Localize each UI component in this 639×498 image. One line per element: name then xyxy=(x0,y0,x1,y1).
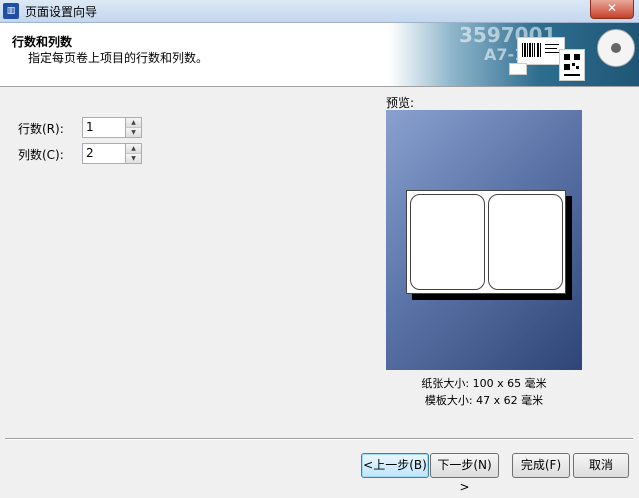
next-button[interactable]: 下一步(N) > xyxy=(430,453,499,494)
cancel-button[interactable]: 取消 xyxy=(573,453,629,478)
footer-divider xyxy=(5,438,633,440)
rows-up-arrow-icon[interactable]: ▲ xyxy=(125,118,141,128)
barcode-label-icon xyxy=(517,37,565,65)
step-title: 行数和列数 xyxy=(12,35,73,49)
cols-label: 列数(C): xyxy=(18,148,64,162)
qr-label-icon xyxy=(559,49,585,81)
close-button[interactable]: ✕ xyxy=(590,0,634,19)
template-size-text: 模板大小: 47 x 62 毫米 xyxy=(424,394,544,407)
rows-input[interactable] xyxy=(86,119,122,134)
preview-label-cell xyxy=(488,194,563,290)
cols-down-arrow-icon[interactable]: ▼ xyxy=(125,154,141,163)
rows-down-arrow-icon[interactable]: ▼ xyxy=(125,128,141,137)
cols-up-arrow-icon[interactable]: ▲ xyxy=(125,144,141,154)
rows-label: 行数(R): xyxy=(18,122,64,136)
cols-stepper[interactable]: ▲ ▼ xyxy=(82,143,142,164)
wizard-app-icon: ▥ xyxy=(3,3,19,19)
header-banner-image: 3597001 A7-118 xyxy=(389,23,639,86)
finish-button[interactable]: 完成(F) xyxy=(512,453,570,478)
small-barcode-icon xyxy=(509,63,527,75)
window-title: 页面设置向导 xyxy=(25,5,98,19)
paper-size-text: 纸张大小: 100 x 65 毫米 xyxy=(421,377,547,390)
preview-label-cell xyxy=(410,194,485,290)
rows-stepper[interactable]: ▲ ▼ xyxy=(82,117,142,138)
step-subtitle: 指定每页卷上项目的行数和列数。 xyxy=(28,51,209,65)
preview-panel xyxy=(386,110,582,370)
back-button[interactable]: <上一步(B) xyxy=(361,453,429,478)
preview-label: 预览: xyxy=(386,96,415,110)
title-bar: ▥ 页面设置向导 ✕ xyxy=(0,0,639,23)
disc-icon xyxy=(597,29,635,67)
preview-paper xyxy=(406,190,566,294)
cols-input[interactable] xyxy=(86,145,122,160)
wizard-header: 行数和列数 指定每页卷上项目的行数和列数。 3597001 A7-118 xyxy=(0,23,639,87)
